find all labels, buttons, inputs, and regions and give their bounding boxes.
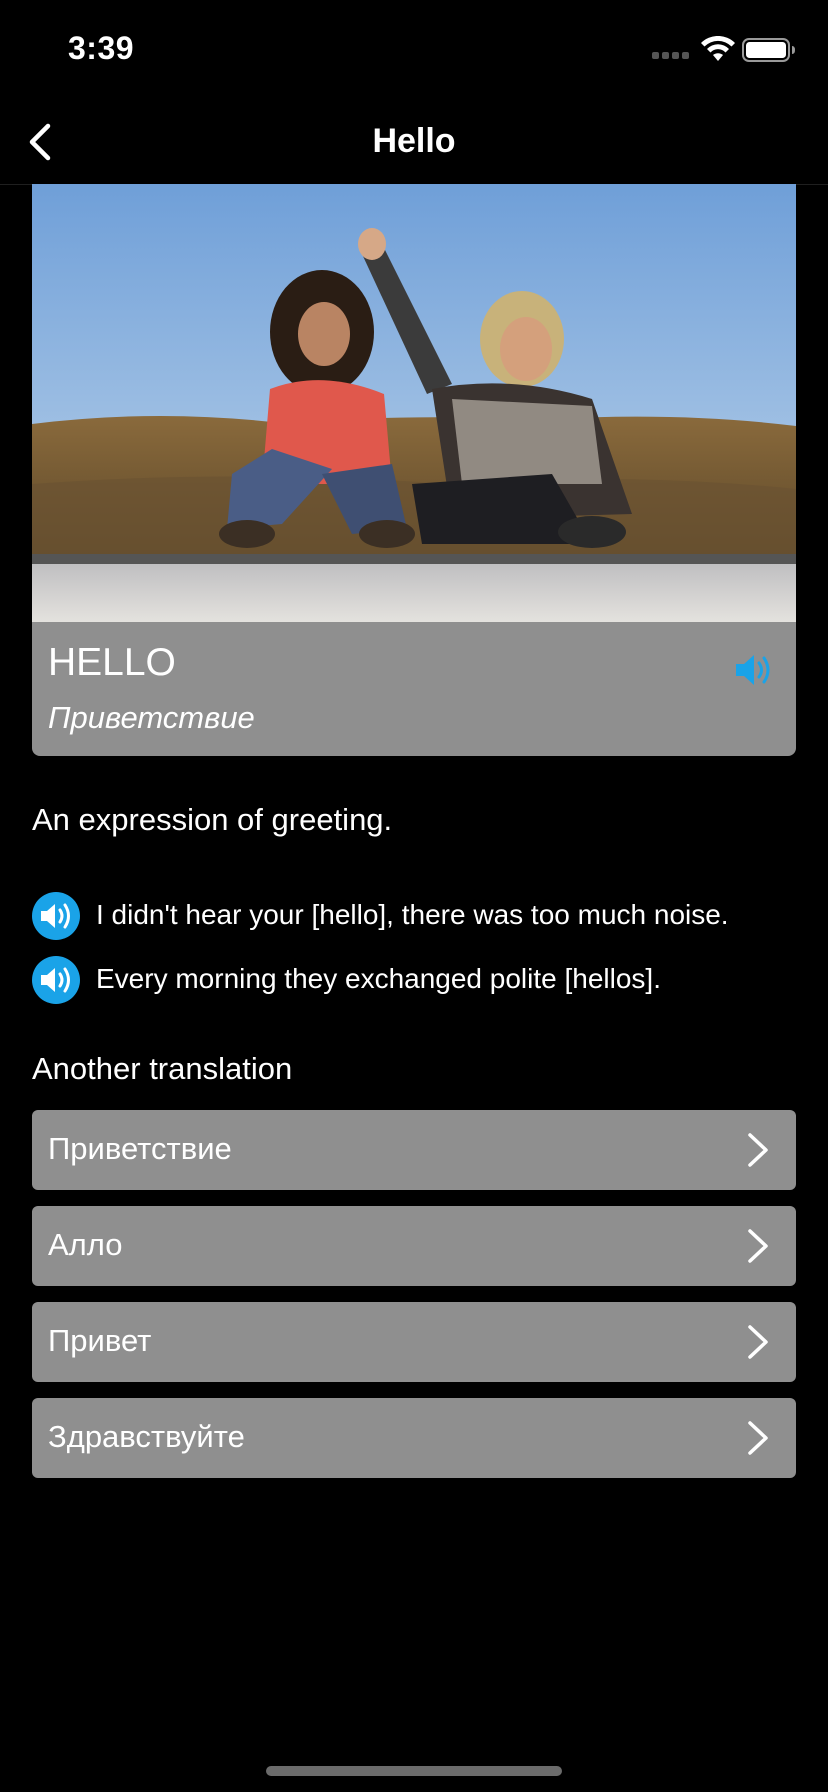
battery-icon: [742, 38, 795, 62]
example-item: I didn't hear your [hello], there was to…: [32, 892, 812, 942]
chevron-right-icon: [748, 1133, 768, 1167]
hero-photo: [32, 184, 796, 622]
translation-label: Приветствие: [48, 1131, 232, 1166]
section-heading: Another translation: [32, 1051, 293, 1086]
example-audio-button[interactable]: [32, 956, 80, 1004]
cellular-signal-icon: [652, 52, 690, 60]
status-bar: 3:39: [0, 0, 828, 100]
play-word-button[interactable]: [734, 652, 774, 688]
speaker-icon: [736, 655, 770, 685]
example-audio-button[interactable]: [32, 892, 80, 940]
navigation-bar: Hello: [0, 100, 828, 185]
translation-label: Здравствуйте: [48, 1419, 245, 1454]
translation-item[interactable]: Привет: [32, 1302, 796, 1382]
word-title: HELLO: [48, 641, 176, 684]
translation-label: Привет: [48, 1323, 152, 1358]
wifi-icon: [701, 36, 735, 61]
example-item: Every morning they exchanged polite [hel…: [32, 956, 812, 1006]
chevron-right-icon: [748, 1229, 768, 1263]
page-title: Hello: [372, 122, 456, 160]
translation-item[interactable]: Приветствие: [32, 1110, 796, 1190]
word-translation: Приветствие: [48, 700, 255, 735]
translation-item[interactable]: Здравствуйте: [32, 1398, 796, 1478]
chevron-right-icon: [748, 1421, 768, 1455]
example-text: I didn't hear your [hello], there was to…: [96, 899, 729, 930]
speaker-icon: [41, 903, 70, 929]
translation-label: Алло: [48, 1227, 123, 1262]
home-indicator: [266, 1766, 562, 1776]
definition-text: An expression of greeting.: [32, 802, 393, 837]
speaker-icon: [41, 967, 70, 993]
example-text: Every morning they exchanged polite [hel…: [96, 963, 661, 994]
chevron-right-icon: [748, 1325, 768, 1359]
word-panel: HELLO Приветствие: [32, 622, 796, 756]
translation-item[interactable]: Алло: [32, 1206, 796, 1286]
status-time: 3:39: [68, 30, 135, 66]
word-card: HELLO Приветствие: [32, 184, 796, 756]
